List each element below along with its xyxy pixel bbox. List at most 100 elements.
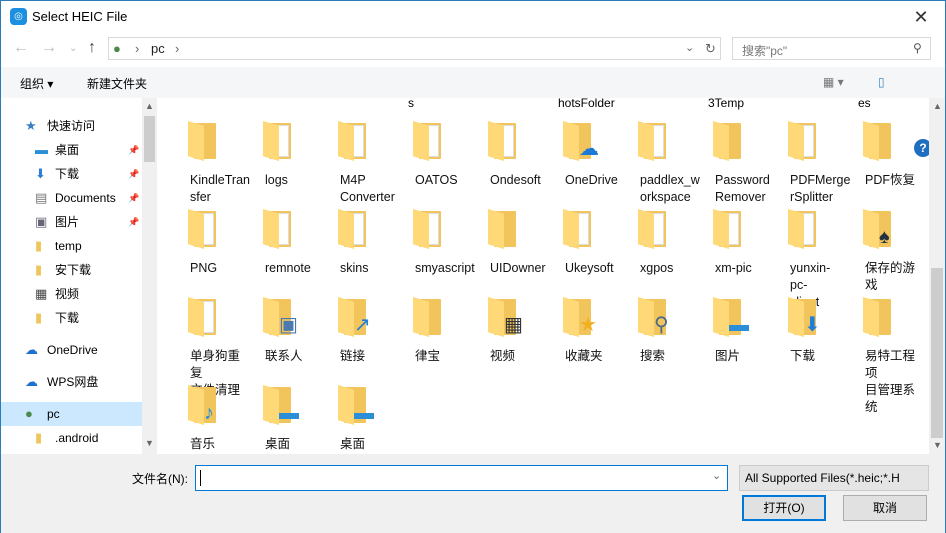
- partial-item-label[interactable]: es: [858, 98, 871, 110]
- folder-name: remnote: [265, 261, 311, 275]
- filetype-select[interactable]: All Supported Files(*.heic;*.H: [739, 465, 929, 491]
- folder-icon: [636, 209, 672, 249]
- dropdown-icon[interactable]: ⌄: [685, 41, 694, 54]
- folder-icon: [411, 297, 447, 337]
- sidebar-item[interactable]: ▮ 下载: [1, 306, 142, 330]
- folder-name: 搜索: [640, 349, 666, 363]
- sidebar-item[interactable]: ▣ 图片 📌: [1, 210, 142, 234]
- folder-name: 桌面: [340, 437, 366, 451]
- folder-name: skins: [340, 261, 369, 275]
- bottom-panel: 文件名(N): ⌄ All Supported Files(*.heic;*.H…: [1, 454, 945, 533]
- sidebar-item-label: .android: [55, 431, 99, 445]
- back-icon[interactable]: ←: [13, 39, 29, 57]
- document-icon: ▤: [35, 190, 48, 205]
- organize-button[interactable]: 组织 ▾: [20, 75, 53, 92]
- sidebar-item[interactable]: ▦ 视频: [1, 282, 142, 306]
- sidebar-item[interactable]: ⬇ 下载 📌: [1, 162, 142, 186]
- partial-item-label[interactable]: 3Temp: [708, 98, 744, 110]
- scroll-down-icon[interactable]: ▼: [933, 440, 942, 450]
- cancel-button[interactable]: 取消: [843, 495, 927, 521]
- sidebar-item[interactable]: ▬ 桌面 📌: [1, 138, 142, 162]
- sidebar-item-label: 安下载: [55, 263, 92, 277]
- overlay-icon: ⚲: [654, 314, 669, 336]
- folder-name: Ondesoft: [490, 173, 541, 187]
- new-folder-button[interactable]: 新建文件夹: [87, 75, 147, 92]
- sidebar-item[interactable]: ▤ Documents 📌: [1, 186, 142, 210]
- partial-item-label[interactable]: s: [408, 98, 414, 110]
- folder-name: OATOS: [415, 173, 458, 187]
- folder-icon: [411, 209, 447, 249]
- sidebar-item[interactable]: ● pc: [1, 402, 142, 426]
- folder-name: xm-pic: [715, 261, 752, 275]
- filename-label: 文件名(N):: [132, 472, 188, 486]
- folder-icon: [336, 209, 372, 249]
- folder-icon: ▮: [35, 262, 43, 277]
- user-icon: ●: [113, 41, 121, 56]
- sidebar-item-label: 图片: [55, 215, 80, 229]
- folder-name: paddlex_w orkspace: [640, 173, 700, 204]
- overlay-icon: ☁: [579, 138, 599, 160]
- overlay-icon: ⬇: [804, 314, 821, 336]
- window-title: Select HEIC File: [32, 9, 128, 24]
- sidebar-item[interactable]: ▮ 安下载: [1, 258, 142, 282]
- folder-name: 下载: [790, 349, 816, 363]
- sidebar-item[interactable]: ☁ OneDrive: [1, 338, 142, 362]
- sidebar-item-label: temp: [55, 239, 82, 253]
- folder-icon: [861, 297, 897, 337]
- close-icon[interactable]: ✕: [906, 5, 936, 29]
- folder-name: 收藏夹: [565, 349, 603, 363]
- search-input[interactable]: 搜索"pc" ⚲: [732, 37, 931, 60]
- sidebar-item-label: WPS网盘: [47, 375, 99, 389]
- content-scrollbar[interactable]: ▲ ▼: [929, 98, 945, 454]
- dropdown-icon[interactable]: ⌄: [712, 469, 721, 482]
- user-icon: ●: [25, 406, 33, 421]
- folder-name: PNG: [190, 261, 218, 275]
- up-icon[interactable]: ↑: [88, 39, 96, 57]
- scroll-down-icon[interactable]: ▼: [145, 438, 154, 448]
- search-icon[interactable]: ⚲: [913, 41, 922, 55]
- scroll-thumb[interactable]: [144, 116, 155, 162]
- recent-chevron-icon[interactable]: ⌄: [69, 43, 77, 54]
- sidebar-item[interactable]: ▮ temp: [1, 234, 142, 258]
- folder-name: 保存的游戏: [865, 261, 916, 292]
- folder-icon: ↗: [336, 297, 372, 337]
- overlay-icon: ♠: [879, 226, 890, 248]
- sidebar-item[interactable]: ★ 快速访问: [1, 114, 142, 138]
- folder-name: OneDrive: [565, 173, 618, 187]
- scroll-up-icon[interactable]: ▲: [145, 101, 154, 111]
- pin-icon: 📌: [128, 217, 140, 227]
- address-bar[interactable]: ● › pc › ⌄ ↻: [108, 37, 721, 60]
- overlay-icon: ▦: [504, 314, 523, 336]
- sidebar-item[interactable]: ☁ WPS网盘: [1, 370, 142, 394]
- preview-pane-icon[interactable]: ▯: [878, 75, 885, 89]
- pictures-icon: ▣: [35, 214, 48, 229]
- filename-input[interactable]: ⌄: [195, 465, 728, 491]
- sidebar-item[interactable]: ▮ .android: [1, 426, 142, 450]
- scroll-up-icon[interactable]: ▲: [933, 101, 942, 111]
- breadcrumb-pc[interactable]: pc: [151, 41, 165, 56]
- folder-icon: [786, 209, 822, 249]
- folder-icon: [261, 121, 297, 161]
- forward-icon[interactable]: →: [41, 39, 57, 57]
- folder-icon: [186, 121, 222, 161]
- star-icon: ★: [25, 118, 37, 133]
- open-button[interactable]: 打开(O): [742, 495, 826, 521]
- folder-name: 律宝: [415, 349, 441, 363]
- folder-name: Password Remover: [715, 173, 770, 204]
- view-icon[interactable]: ▦ ▾: [823, 75, 844, 89]
- sidebar-scrollbar[interactable]: ▲ ▼: [142, 98, 157, 454]
- scroll-thumb[interactable]: [931, 268, 943, 438]
- folder-icon: [336, 121, 372, 161]
- folder-name: PDFMerge rSplitter: [790, 173, 851, 204]
- chevron-right-icon[interactable]: ›: [175, 41, 179, 56]
- folder-name: 链接: [340, 349, 366, 363]
- partial-item-label[interactable]: hotsFolder: [558, 98, 615, 110]
- folder-name: 音乐: [190, 437, 216, 451]
- overlay-icon: ★: [579, 314, 597, 336]
- folder-icon: [711, 209, 747, 249]
- folder-name: 桌面: [265, 437, 291, 451]
- folder-icon: [261, 209, 297, 249]
- folder-icon: ♠: [861, 209, 897, 249]
- folder-name: Ukeysoft: [565, 261, 614, 275]
- refresh-icon[interactable]: ↻: [705, 41, 716, 57]
